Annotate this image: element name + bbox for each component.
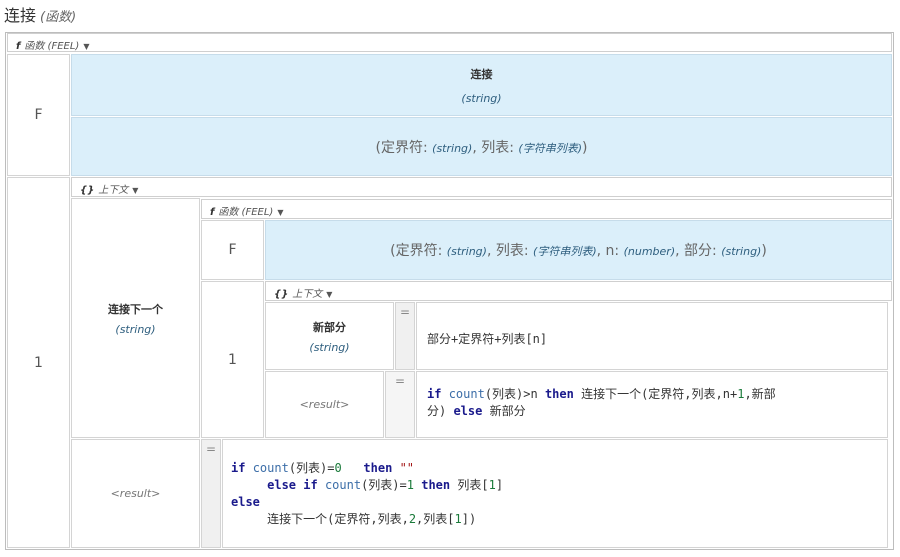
chevron-down-icon: ▼ [277, 208, 284, 217]
row-index-value: 1 [34, 354, 43, 371]
context-entry-name: 连接下一个 [108, 302, 163, 316]
inner-param-3-name: n [605, 243, 615, 259]
context-entry-type: (string) [115, 322, 156, 336]
inner-function-kind-selector[interactable]: f 函数 (FEEL) ▼ [201, 199, 892, 219]
inner-context-entry-name: 新部分 [313, 320, 346, 334]
outer-result-code: if count(列表)=0 then "" else if count(列表)… [231, 461, 504, 526]
inner-result-label: <result> [299, 398, 350, 411]
outer-result-expression[interactable]: if count(列表)=0 then "" else if count(列表)… [222, 439, 888, 548]
inner-param-4-name: 部分 [684, 243, 713, 259]
inner-context-kind-selector[interactable]: {} 上下文 ▼ [265, 281, 892, 301]
context-kind-selector[interactable]: {} 上下文 ▼ [71, 177, 892, 197]
inner-parameter-list: (定界符: (string), 列表: (字符串列表), n: (number)… [390, 243, 767, 259]
row-index: 1 [7, 177, 70, 548]
chevron-down-icon: ▼ [83, 42, 90, 51]
chevron-down-icon: ▼ [132, 186, 139, 195]
inner-result-expression[interactable]: if count(列表)>n then 连接下一个(定界符,列表,n+1,新部 … [416, 371, 888, 438]
context-entry-name-cell[interactable]: 连接下一个 (string) [71, 198, 200, 438]
function-kind-selector[interactable]: f 函数 (FEEL) ▼ [7, 33, 892, 52]
inner-function-parameters[interactable]: (定界符: (string), 列表: (字符串列表), n: (number)… [265, 220, 892, 280]
literal-expression-marker: = [385, 371, 415, 438]
page-title-name: 连接 [4, 6, 37, 25]
inner-context-entry-type: (string) [309, 340, 350, 354]
function-kind-letter: f [16, 41, 21, 52]
inner-function-kind-label: 函数 (FEEL) [218, 207, 274, 218]
function-parameters[interactable]: (定界符: (string), 列表: (字符串列表)) [71, 117, 892, 176]
inner-result-code: if count(列表)>n then 连接下一个(定界符,列表,n+1,新部 … [427, 387, 776, 418]
function-kind-label: 函数 (FEEL) [24, 41, 80, 52]
inner-context-kind-label: 上下文 [292, 289, 323, 300]
inner-context-result-label-cell: <result> [265, 371, 384, 438]
inner-param-2-type: (字符串列表) [533, 245, 597, 258]
inner-function-header-kind: F [201, 220, 264, 280]
parameter-list: (定界符: (string), 列表: (字符串列表)) [375, 139, 588, 156]
context-result-label-cell: <result> [71, 439, 200, 548]
new-part-expression[interactable]: 部分+定界符+列表[n] [416, 302, 888, 370]
inner-context-entry-name-cell[interactable]: 新部分 (string) [265, 302, 394, 370]
function-header-kind: F [7, 54, 70, 176]
page-title-kind: (函数) [40, 10, 77, 25]
inner-param-2-name: 列表 [495, 243, 524, 259]
param-1-type: (string) [432, 141, 473, 155]
inner-row-index-value: 1 [228, 351, 237, 368]
literal-expression-marker: = [201, 439, 221, 548]
function-name: 连接 [470, 67, 493, 81]
inner-param-1-name: 定界符 [395, 243, 438, 259]
inner-row-index: 1 [201, 281, 264, 438]
inner-param-1-type: (string) [446, 245, 487, 258]
context-kind-label: 上下文 [98, 185, 129, 196]
function-return-type: (string) [461, 91, 502, 105]
param-1-name: 定界符 [380, 139, 423, 156]
result-label: <result> [110, 487, 161, 500]
chevron-down-icon: ▼ [326, 290, 333, 299]
inner-function-kind-letter: f [210, 207, 215, 218]
function-header-letter: F [34, 107, 43, 123]
param-2-name: 列表 [481, 139, 510, 156]
inner-param-4-type: (string) [721, 245, 762, 258]
function-name-cell[interactable]: 连接 (string) [71, 54, 892, 116]
context-icon: {} [80, 185, 95, 196]
inner-context-icon: {} [274, 289, 289, 300]
page-title: 连接 (函数) [4, 2, 76, 26]
literal-expression-marker: = [395, 302, 415, 370]
inner-param-3-type: (number) [623, 245, 676, 258]
param-2-type: (字符串列表) [518, 141, 582, 155]
new-part-expression-text: 部分+定界符+列表[n] [427, 332, 548, 346]
inner-function-header-letter: F [228, 242, 237, 258]
